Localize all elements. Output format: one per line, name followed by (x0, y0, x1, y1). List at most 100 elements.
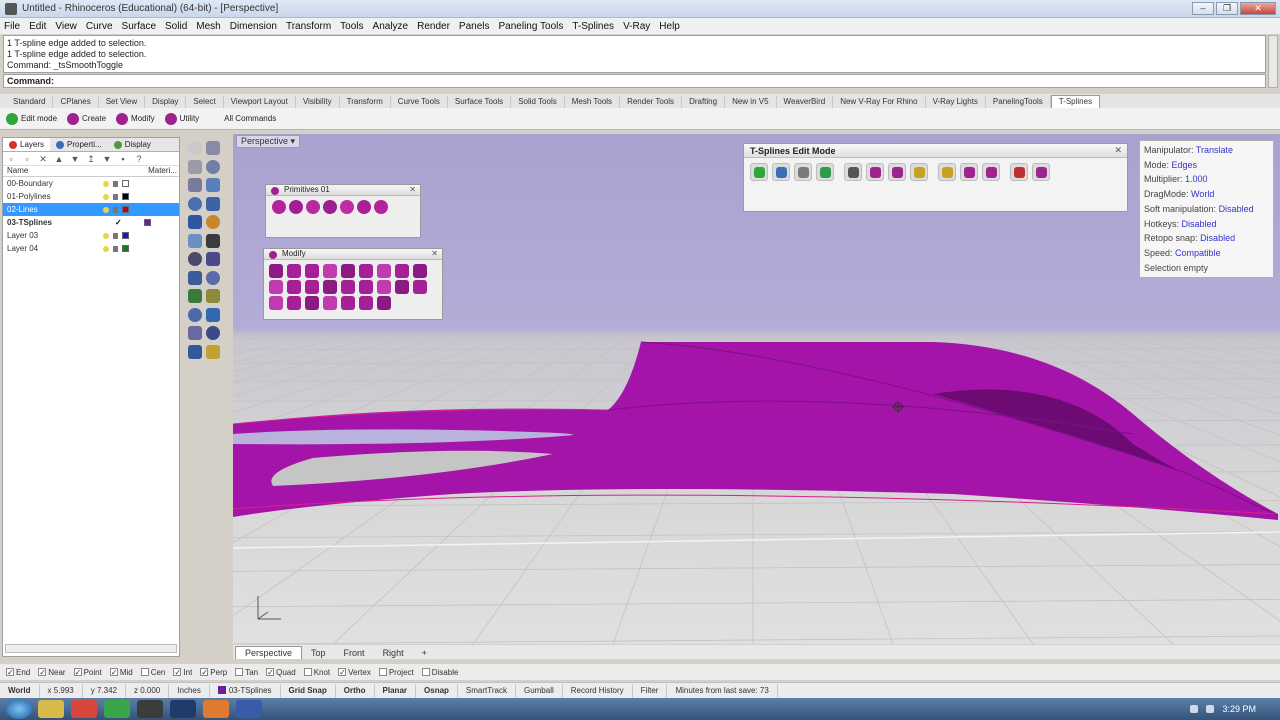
menu-tools[interactable]: Tools (340, 21, 363, 32)
primitive-icon[interactable] (323, 200, 337, 214)
status-toggle-planar[interactable]: Planar (375, 683, 417, 698)
explorer-icon[interactable] (38, 700, 64, 718)
minimize-button[interactable]: – (1192, 2, 1214, 15)
viewport-tab[interactable]: + (413, 647, 436, 659)
modify-tool-icon[interactable] (359, 296, 373, 310)
osnap-checkbox[interactable] (421, 668, 430, 676)
osnap-checkbox[interactable]: ✓ (38, 668, 47, 677)
panel-tab-properti[interactable]: Properti... (50, 138, 108, 151)
paint-icon[interactable] (203, 700, 229, 718)
filter-icon[interactable]: ▼ (102, 154, 112, 164)
tool-icon[interactable] (206, 270, 220, 285)
lock-icon[interactable] (113, 245, 118, 252)
edit-tool-icon[interactable] (816, 163, 834, 181)
modify-tool-icon[interactable] (341, 264, 355, 278)
tab-viewport-layout[interactable]: Viewport Layout (224, 96, 296, 108)
panel-tab-layers[interactable]: Layers (3, 138, 51, 151)
trash-icon[interactable]: ▪ (118, 154, 128, 164)
visibility-bulb-icon[interactable] (103, 193, 109, 200)
info-value[interactable]: Disabled (1219, 204, 1254, 214)
info-value[interactable]: Translate (1196, 145, 1233, 155)
osnap-disable[interactable]: Disable (421, 668, 458, 677)
chrome-icon[interactable] (71, 700, 97, 718)
tab-set-view[interactable]: Set View (99, 96, 146, 108)
menu-curve[interactable]: Curve (86, 21, 113, 32)
info-value[interactable]: Edges (1172, 160, 1198, 170)
tool-icon[interactable] (188, 178, 202, 192)
layer-color-swatch[interactable] (122, 180, 129, 187)
primitive-icon[interactable] (357, 200, 371, 214)
modify-tool-icon[interactable] (287, 296, 301, 310)
modify-tool-icon[interactable] (305, 280, 319, 294)
lock-icon[interactable] (113, 180, 118, 187)
osnap-checkbox[interactable]: ✓ (109, 668, 118, 677)
osnap-checkbox[interactable] (378, 668, 387, 676)
status-toggle-record-history[interactable]: Record History (563, 683, 633, 698)
tspline-surface[interactable] (233, 341, 1279, 520)
osnap-checkbox[interactable]: ✓ (338, 668, 347, 677)
edit-tool-icon[interactable] (888, 163, 906, 181)
lock-icon[interactable] (113, 193, 118, 200)
osnap-checkbox[interactable] (235, 668, 244, 676)
osnap-checkbox[interactable]: ✓ (200, 668, 209, 677)
layer-color-swatch[interactable] (122, 206, 129, 213)
viewport-tab[interactable]: Front (335, 647, 374, 659)
tool-icon[interactable] (206, 344, 220, 359)
tool-icon[interactable] (188, 233, 202, 248)
rhino-green-icon[interactable] (104, 700, 130, 718)
layer-row[interactable]: 03-TSplines ✓ (3, 216, 179, 229)
osnap-near[interactable]: ✓ Near (38, 668, 66, 677)
name-column-header[interactable]: Name (7, 166, 28, 176)
modify-tool-icon[interactable] (413, 264, 427, 278)
visibility-bulb-icon[interactable] (103, 232, 109, 239)
close-button[interactable]: ✕ (1240, 2, 1276, 15)
modify-tool-icon[interactable] (413, 280, 427, 294)
menu-dimension[interactable]: Dimension (230, 21, 277, 32)
material-column-header[interactable]: Materi... (148, 166, 177, 176)
edit-tool-icon[interactable] (1010, 163, 1028, 181)
tab-render-tools[interactable]: Render Tools (620, 96, 683, 108)
menu-help[interactable]: Help (659, 21, 680, 32)
modify-tool-icon[interactable] (269, 280, 283, 294)
menu-t-splines[interactable]: T-Splines (572, 21, 614, 32)
tab-solid-tools[interactable]: Solid Tools (511, 96, 565, 108)
tab-cplanes[interactable]: CPlanes (53, 96, 99, 108)
tool-icon[interactable] (188, 196, 202, 211)
osnap-checkbox[interactable]: ✓ (173, 668, 182, 677)
start-button[interactable] (6, 699, 32, 719)
edit-tool-icon[interactable] (938, 163, 956, 181)
edit-tool-icon[interactable] (910, 163, 928, 181)
menu-solid[interactable]: Solid (165, 21, 187, 32)
menu-transform[interactable]: Transform (286, 21, 331, 32)
osnap-point[interactable]: ✓ Point (73, 668, 102, 677)
menu-mesh[interactable]: Mesh (196, 21, 220, 32)
osnap-checkbox[interactable]: ✓ (73, 668, 82, 677)
status-toggle-grid-snap[interactable]: Grid Snap (281, 683, 336, 698)
osnap-perp[interactable]: ✓ Perp (200, 668, 227, 677)
tool-icon[interactable] (206, 252, 220, 266)
lock-icon[interactable] (113, 232, 118, 239)
tool-icon[interactable] (188, 289, 202, 303)
edit-mode-button[interactable]: Edit mode (6, 112, 57, 125)
tool-icon[interactable] (188, 215, 202, 229)
lock-icon[interactable] (113, 206, 118, 213)
modify-tool-icon[interactable] (269, 264, 283, 278)
osnap-cen[interactable]: Cen (140, 668, 165, 677)
tool-icon[interactable] (188, 344, 202, 359)
edit-tool-icon[interactable] (794, 163, 812, 181)
edit-tool-icon[interactable] (960, 163, 978, 181)
menu-render[interactable]: Render (417, 21, 450, 32)
osnap-checkbox[interactable]: ✓ (266, 668, 275, 677)
info-value[interactable]: 1.000 (1185, 174, 1208, 184)
primitive-icon[interactable] (306, 200, 320, 214)
clock[interactable]: 3:29 PM (1222, 704, 1256, 714)
tool-icon[interactable] (188, 307, 202, 322)
modify-tool-icon[interactable] (395, 264, 409, 278)
all-commands-button[interactable]: All Commands (209, 113, 276, 125)
modify-tool-icon[interactable] (287, 264, 301, 278)
modify-tool-icon[interactable] (305, 296, 319, 310)
modify-button[interactable]: Modify (116, 112, 155, 125)
status-toggle-ortho[interactable]: Ortho (336, 683, 375, 698)
layer-row[interactable]: 02-Lines (3, 203, 179, 216)
tab-select[interactable]: Select (186, 96, 224, 108)
